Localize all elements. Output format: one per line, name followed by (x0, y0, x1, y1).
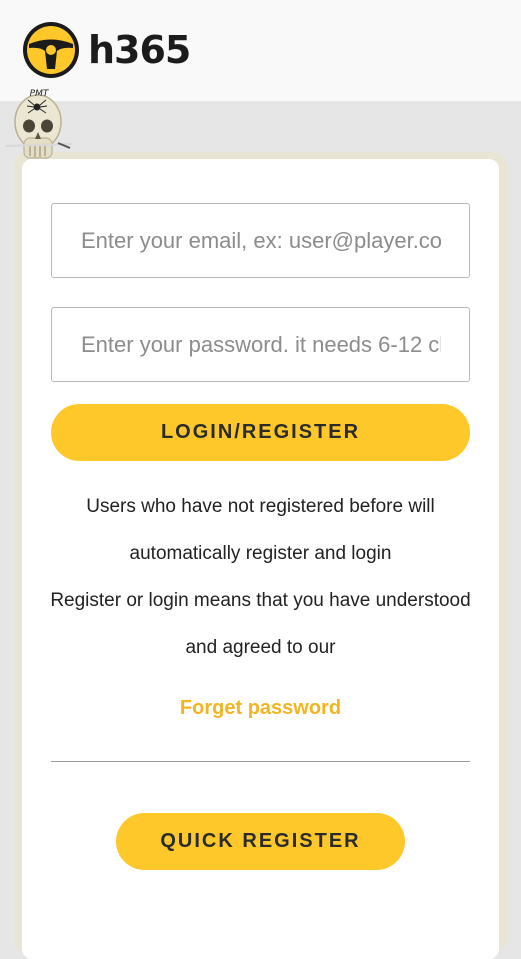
badge-text: PMT (30, 89, 50, 99)
quick-register-button[interactable]: QUICK REGISTER (116, 813, 405, 870)
info-text-line-3: Register or login means that you have un… (50, 590, 471, 611)
email-input[interactable] (52, 204, 469, 277)
steering-wheel-icon (23, 22, 79, 78)
info-text-line-4: and agreed to our (185, 637, 336, 658)
forget-password-link[interactable]: Forget password (22, 698, 499, 718)
email-field[interactable] (51, 203, 470, 278)
top-header: h365 (0, 0, 521, 101)
divider (51, 761, 470, 762)
info-text-line-1: Users who have not registered before wil… (86, 496, 435, 517)
password-field[interactable] (51, 307, 470, 382)
info-text-line-2: automatically register and login (129, 543, 392, 564)
brand-name: h365 (88, 28, 191, 72)
password-input[interactable] (52, 308, 469, 381)
skull-sticker-icon: PMT (5, 89, 73, 159)
login-register-button[interactable]: LOGIN/REGISTER (51, 404, 470, 461)
login-card: LOGIN/REGISTER Users who have not regist… (22, 159, 499, 959)
brand-logo[interactable]: h365 (22, 21, 191, 79)
